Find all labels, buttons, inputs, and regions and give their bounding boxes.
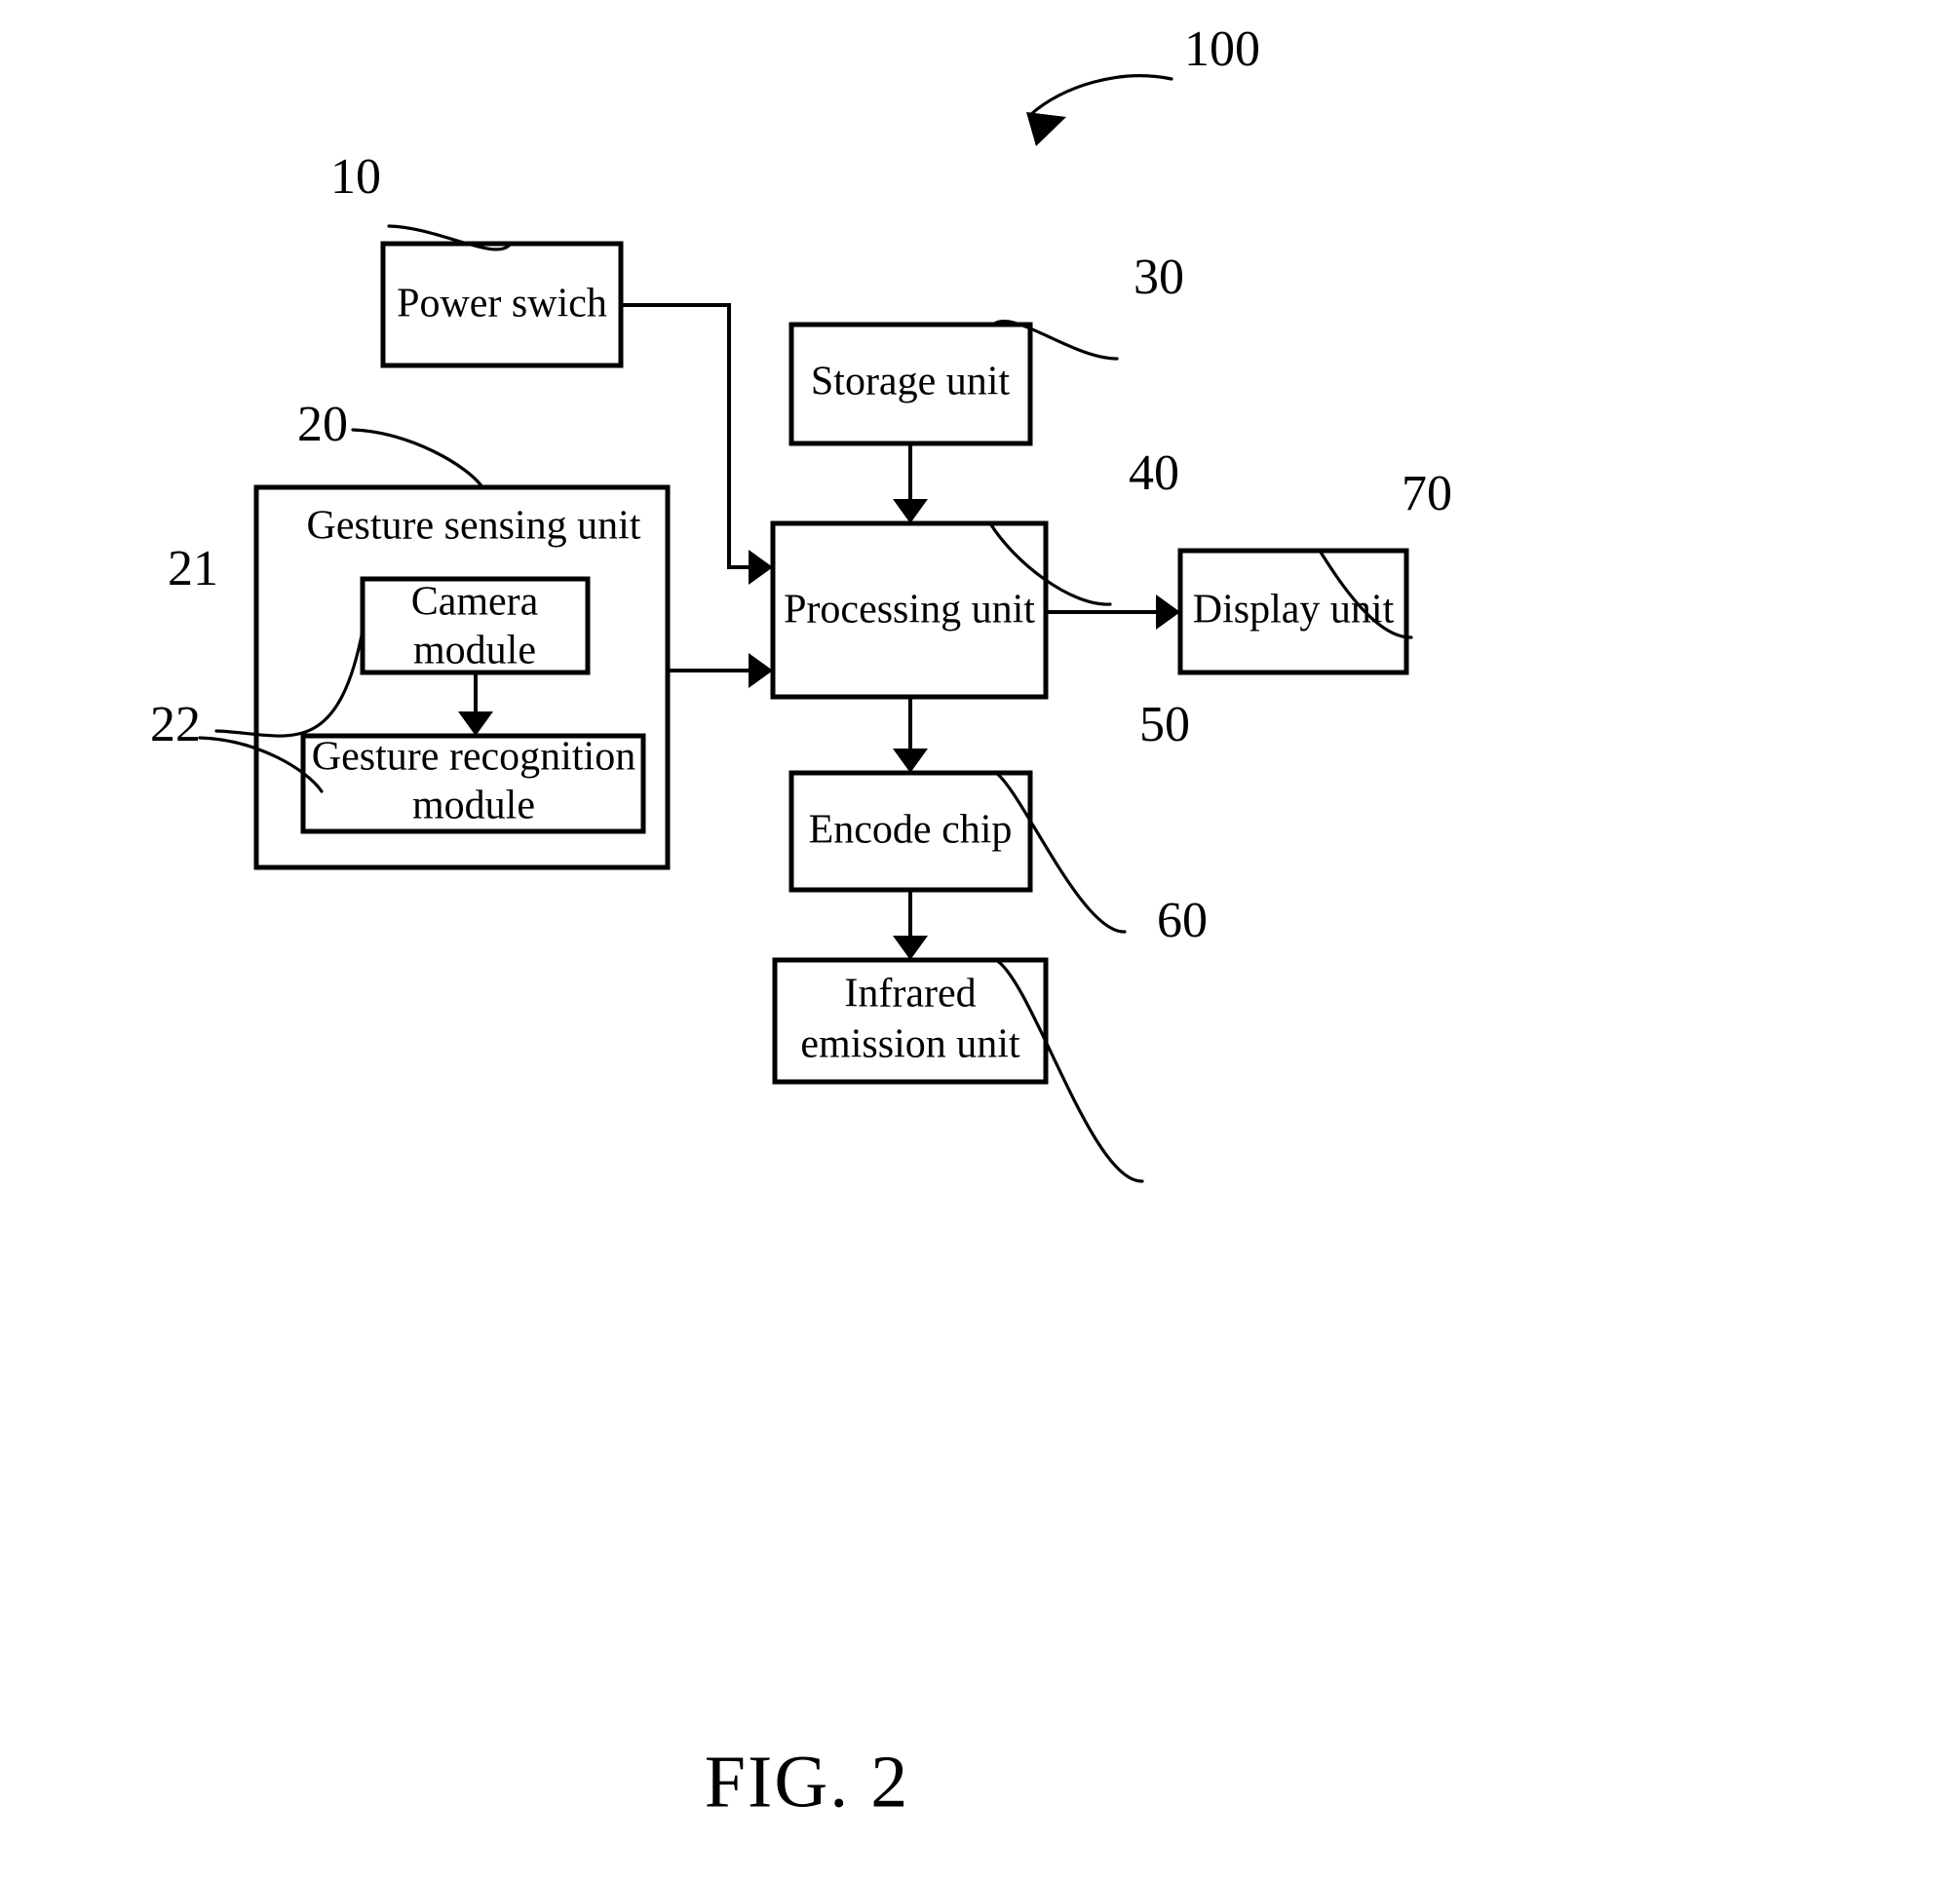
arrow-head-icon: [893, 749, 928, 773]
arrow-head-icon: [458, 711, 493, 736]
ref-number-30: 30: [1134, 250, 1184, 305]
ref-number-20: 20: [297, 397, 348, 452]
figure-caption: FIG. 2: [705, 1741, 909, 1823]
ref-leader-gesture-recognition-module-22: 22: [150, 697, 324, 793]
block-display-unit[interactable]: Display unit: [1177, 548, 1409, 675]
ref-number-21: 21: [168, 541, 218, 596]
ref-number-22: 22: [150, 697, 201, 752]
ref-number-60: 60: [1157, 893, 1208, 948]
connector-camera-to-gesture-recognition: [458, 672, 493, 736]
ref-number-40: 40: [1129, 445, 1179, 501]
connector-storage-unit-to-processing-unit: [893, 443, 928, 523]
ref-number-70: 70: [1402, 466, 1452, 521]
block-gesture-sensing-unit-label: Gesture sensing unit: [307, 504, 641, 549]
block-infrared-emission-unit-label-line1: Infrared: [844, 972, 976, 1017]
block-diagram-canvas: Power swich Gesture sensing unit Camera …: [150, 21, 1452, 1824]
block-camera-module-label-line1: Camera: [411, 580, 539, 625]
ref-number-50: 50: [1139, 697, 1190, 752]
block-gesture-recognition-module-label-line2: module: [412, 784, 535, 828]
block-encode-chip[interactable]: Encode chip: [788, 770, 1033, 893]
arrow-head-icon: [749, 550, 773, 585]
ref-number-10: 10: [330, 149, 381, 205]
block-gesture-recognition-module-label-line1: Gesture recognition: [312, 735, 635, 780]
connector-power-switch-to-processing-unit: [621, 303, 773, 585]
block-camera-module-label-line2: module: [413, 629, 536, 673]
block-gesture-recognition-module[interactable]: Gesture recognition module: [300, 733, 646, 834]
block-camera-module[interactable]: Camera module: [360, 576, 591, 675]
block-power-switch[interactable]: Power swich: [380, 241, 624, 368]
patent-figure-sheet: Power swich Gesture sensing unit Camera …: [0, 0, 1960, 1882]
connector-encode-chip-to-infrared-unit: [893, 890, 928, 960]
arrow-head-icon: [1026, 112, 1066, 146]
ref-leader-gesture-sensing-unit-20: 20: [297, 397, 484, 489]
connector-processing-unit-to-display-unit: [1046, 595, 1180, 630]
ref-leader-power-switch-10: 10: [330, 149, 513, 251]
block-storage-unit-label: Storage unit: [811, 360, 1010, 404]
arrow-head-icon: [1156, 595, 1180, 630]
arrow-head-icon: [893, 936, 928, 960]
block-infrared-emission-unit-label-line2: emission unit: [800, 1022, 1020, 1067]
ref-leader-system-100: 100: [1026, 21, 1260, 146]
block-power-switch-label: Power swich: [397, 282, 607, 326]
connector-gesture-unit-to-processing-unit: [668, 653, 773, 688]
arrow-head-icon: [749, 653, 773, 688]
block-processing-unit[interactable]: Processing unit: [770, 520, 1049, 700]
ref-number-100: 100: [1184, 21, 1260, 77]
block-storage-unit[interactable]: Storage unit: [788, 322, 1033, 446]
block-encode-chip-label: Encode chip: [809, 808, 1013, 853]
block-infrared-emission-unit[interactable]: Infrared emission unit: [772, 957, 1049, 1085]
arrow-head-icon: [893, 499, 928, 523]
connector-processing-unit-to-encode-chip: [893, 697, 928, 773]
block-processing-unit-label: Processing unit: [784, 588, 1035, 633]
